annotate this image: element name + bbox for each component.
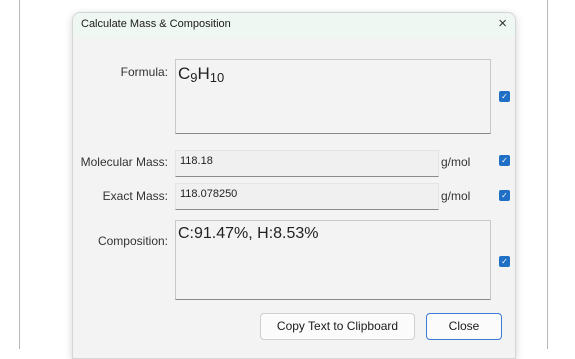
formula-box[interactable]: C9H10 (175, 59, 491, 134)
formula-count-c: 9 (190, 70, 198, 85)
composition-label: Composition: (97, 234, 168, 248)
close-icon[interactable]: × (498, 15, 507, 32)
composition-box[interactable]: C:91.47%, H:8.53% (175, 220, 491, 300)
title-bar: Calculate Mass & Composition × (73, 13, 515, 37)
composition-value: C:91.47%, H:8.53% (178, 225, 319, 242)
formula-value: C9H10 (178, 64, 224, 85)
right-frame-line (547, 0, 548, 349)
exact-mass-checkbox[interactable]: ✓ (499, 190, 510, 201)
exact-mass-label: Exact Mass: (102, 189, 168, 203)
composition-checkbox[interactable]: ✓ (499, 256, 510, 267)
check-icon: ✓ (501, 257, 508, 266)
close-button[interactable]: Close (426, 313, 502, 340)
formula-element-h: H (197, 64, 210, 83)
mass-composition-dialog: Calculate Mass & Composition × Formula: … (72, 12, 516, 359)
formula-count-h: 10 (209, 70, 225, 85)
exact-mass-field[interactable]: 118.078250 (175, 183, 439, 210)
molecular-mass-field[interactable]: 118.18 (175, 150, 439, 177)
formula-checkbox[interactable]: ✓ (499, 91, 510, 102)
check-icon: ✓ (501, 92, 508, 101)
window-title: Calculate Mass & Composition (81, 18, 231, 30)
check-icon: ✓ (501, 156, 508, 165)
molecular-mass-unit: g/mol (441, 155, 471, 169)
copy-to-clipboard-button[interactable]: Copy Text to Clipboard (260, 313, 415, 340)
left-frame-line (19, 0, 20, 349)
check-icon: ✓ (501, 191, 508, 200)
molecular-mass-checkbox[interactable]: ✓ (499, 155, 510, 166)
formula-label: Formula: (120, 65, 168, 79)
molecular-mass-label: Molecular Mass: (80, 155, 168, 169)
exact-mass-unit: g/mol (441, 189, 471, 203)
formula-element-c: C (178, 64, 191, 83)
